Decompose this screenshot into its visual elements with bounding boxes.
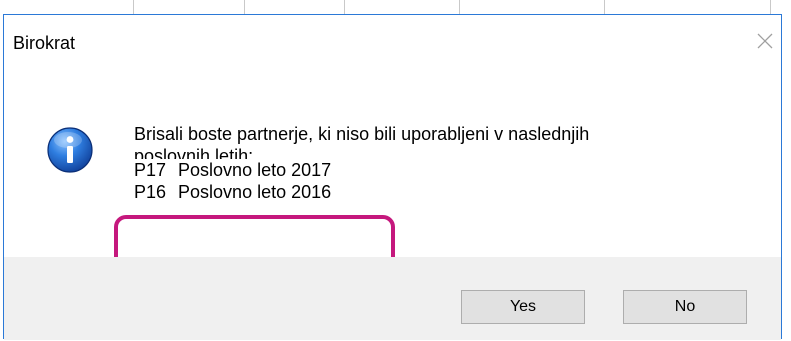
year-item: P17 Poslovno leto 2017	[134, 159, 754, 181]
year-code: P16	[134, 182, 167, 202]
background-strip	[0, 0, 791, 14]
message-line: Brisali boste partnerje, ki niso bili up…	[134, 124, 590, 144]
no-button[interactable]: No	[623, 290, 747, 324]
background-divider	[344, 0, 345, 14]
year-code: P17	[134, 160, 167, 180]
dialog-title: Birokrat	[13, 33, 76, 53]
yes-button[interactable]: Yes	[461, 290, 585, 324]
year-label: Poslovno leto 2017	[178, 160, 332, 180]
dialog-body: Brisali boste partnerje, ki niso bili up…	[4, 71, 781, 299]
message-dialog: Birokrat Brisali boste partnerje, ki nis…	[3, 14, 782, 340]
background-divider	[604, 0, 605, 14]
background-divider	[770, 0, 771, 14]
background-divider	[459, 0, 460, 14]
close-icon	[757, 33, 773, 49]
year-label: Poslovno leto 2016	[178, 182, 332, 202]
year-item: P16 Poslovno leto 2016	[134, 181, 754, 203]
dialog-message: Brisali boste partnerje, ki niso bili up…	[134, 123, 754, 203]
dialog-titlebar[interactable]: Birokrat	[4, 15, 781, 71]
background-divider	[244, 0, 245, 14]
message-line: poslovnih letih:	[134, 146, 254, 159]
dialog-footer: Yes No	[4, 257, 781, 340]
close-button[interactable]	[753, 29, 777, 53]
info-icon	[47, 127, 93, 173]
background-divider	[133, 0, 134, 14]
